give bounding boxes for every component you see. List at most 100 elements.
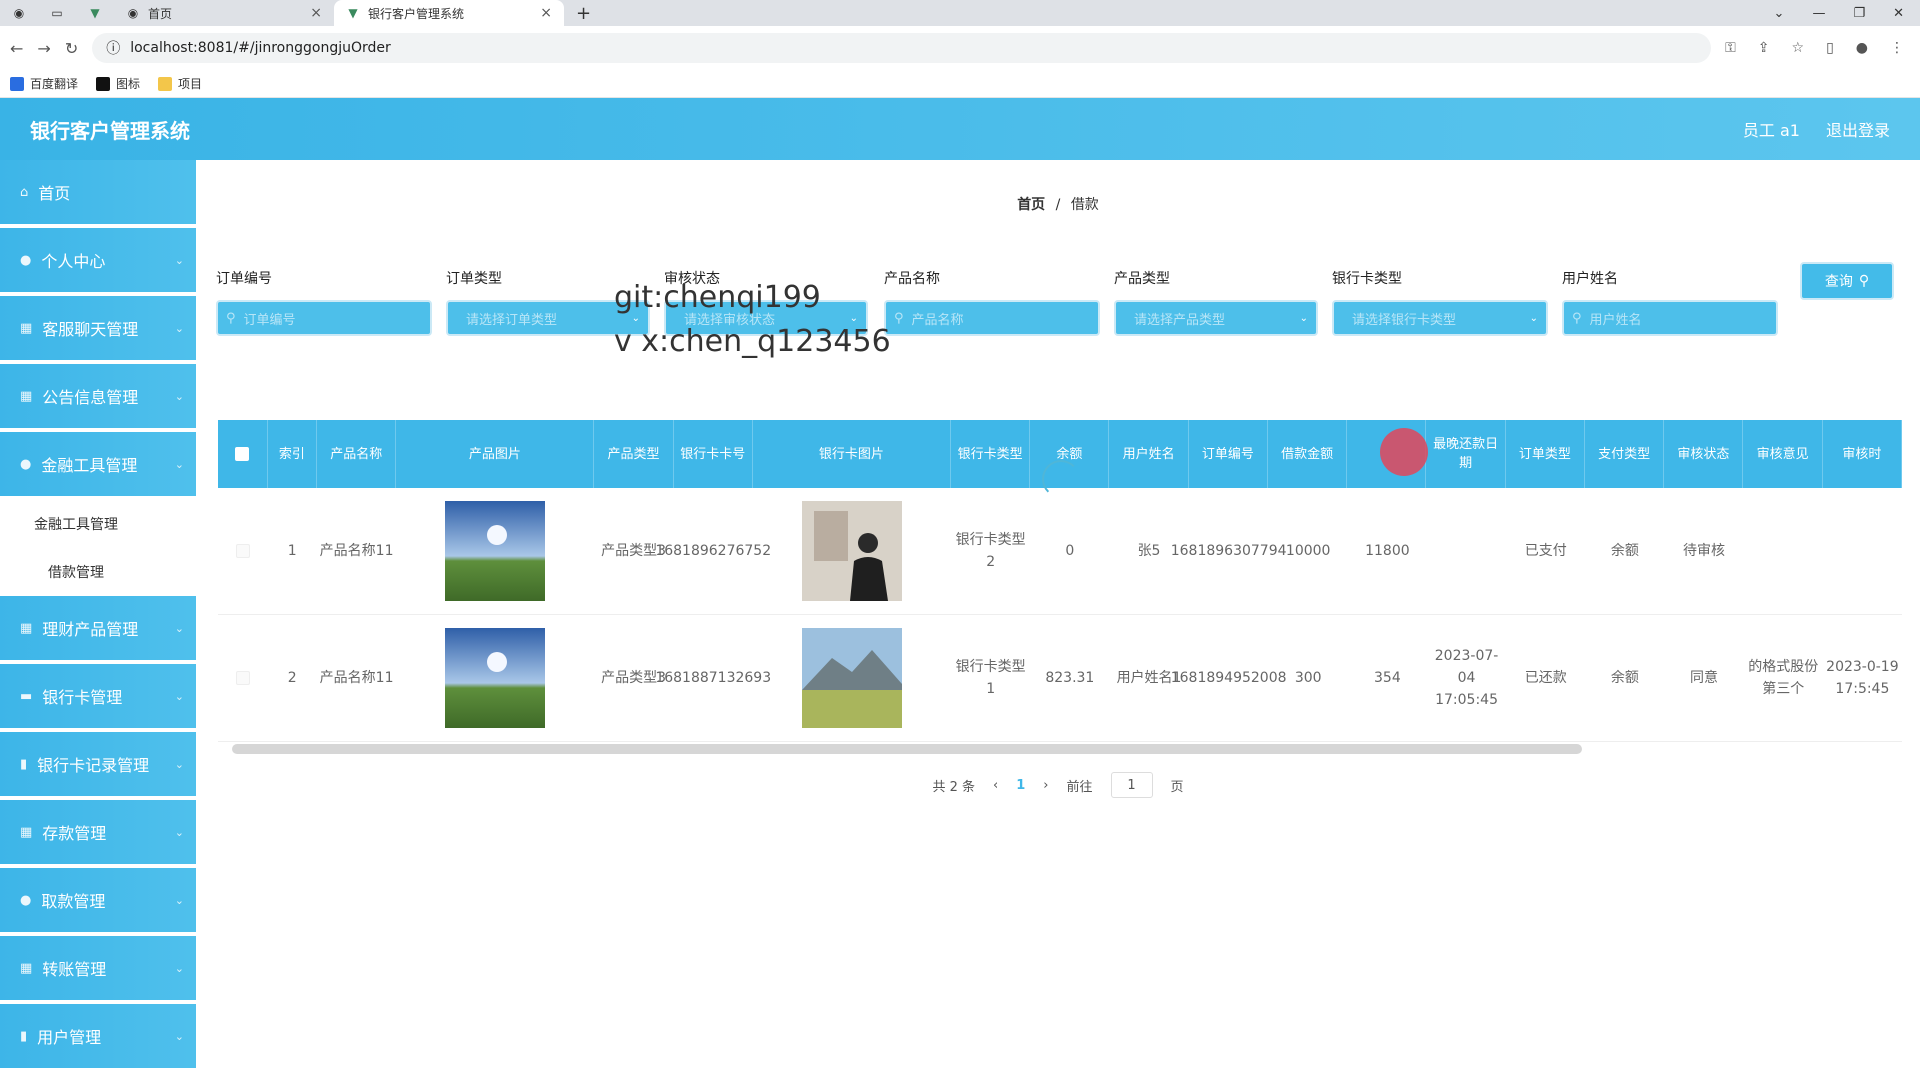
row-checkbox[interactable] <box>235 544 250 558</box>
doc-icon: ▮ <box>20 1028 28 1044</box>
column-header: 产品图片 <box>396 420 595 488</box>
watermark: git:chenqi199 v x:chen_q123456 <box>614 276 891 364</box>
row-select-cell <box>218 488 268 615</box>
horizontal-scrollbar[interactable] <box>218 740 1902 754</box>
close-icon[interactable]: × <box>540 5 552 21</box>
tab-home[interactable]: ◉ 首页 × <box>114 0 334 26</box>
sidebar-item-notice[interactable]: ▦ 公告信息管理 ⌄ <box>0 364 196 428</box>
submenu-loans[interactable]: 借款管理 <box>0 548 196 596</box>
sidepanel-icon[interactable]: ▯ <box>1826 40 1834 56</box>
sidebar-item-label: 存款管理 <box>42 824 107 843</box>
sidebar-item-transfer[interactable]: ▦ 转账管理 ⌄ <box>0 936 196 1000</box>
breadcrumb-home[interactable]: 首页 <box>1017 197 1045 213</box>
sidebar-item-users[interactable]: ▮ 用户管理 ⌄ <box>0 1004 196 1068</box>
tab-pinned-2[interactable]: ▭ <box>38 0 76 26</box>
sidebar-item-cards[interactable]: ▬ 银行卡管理 ⌄ <box>0 664 196 728</box>
close-window-icon[interactable]: ✕ <box>1893 6 1904 21</box>
placeholder: 订单编号 <box>243 312 296 328</box>
logout-link[interactable]: 退出登录 <box>1826 117 1890 141</box>
close-icon[interactable]: × <box>310 5 322 21</box>
new-tab-button[interactable]: + <box>564 0 603 26</box>
tab-pinned-3[interactable]: ▼ <box>76 0 114 26</box>
table-row[interactable]: 2 产品名称11 产品类型3 1681887132693 银行卡类型1 823.… <box>218 615 1902 742</box>
column-header: 产品类型 <box>594 420 674 488</box>
cell-time: 2023-0-19 17:5:45 <box>1826 659 1899 697</box>
sidebar-item-card-records[interactable]: ▮ 银行卡记录管理 ⌄ <box>0 732 196 796</box>
column-header: 订单类型 <box>1506 420 1585 488</box>
cell-card-type: 银行卡类型1 <box>955 659 1026 697</box>
page-number[interactable]: 1 <box>1016 778 1025 793</box>
url-bar[interactable]: ⓘ localhost:8081/#/jinronggongjuOrder <box>92 33 1712 63</box>
sidebar-item-profile[interactable]: ● 个人中心 ⌄ <box>0 228 196 292</box>
share-icon[interactable]: ⇪ <box>1758 40 1770 56</box>
globe-icon: ◉ <box>127 6 139 20</box>
select-all-checkbox[interactable] <box>235 447 250 461</box>
reload-icon[interactable]: ↻ <box>65 39 78 58</box>
cell-balance: 823.31 <box>1045 670 1095 686</box>
cell-card-type: 银行卡类型2 <box>955 532 1026 570</box>
submenu-label: 金融工具管理 <box>34 517 118 533</box>
product-name-input[interactable]: ⚲ 产品名称 <box>884 300 1100 336</box>
app-title: 银行客户管理系统 <box>30 118 190 143</box>
sidebar-item-chat[interactable]: ▦ 客服聊天管理 ⌄ <box>0 296 196 360</box>
product-image <box>445 628 546 728</box>
key-icon[interactable]: ⚿ <box>1725 40 1736 56</box>
column-header: 审核状态 <box>1664 420 1744 488</box>
url-text: localhost:8081/#/jinronggongjuOrder <box>130 40 391 56</box>
user-name-input[interactable]: ⚲ 用户姓名 <box>1562 300 1778 336</box>
cell-product-image <box>396 615 594 742</box>
card-type-select[interactable]: 请选择银行卡类型 ⌄ <box>1332 300 1548 336</box>
back-icon[interactable]: ← <box>10 39 23 58</box>
tab-bank-system[interactable]: ▼ 银行客户管理系统 × <box>334 0 564 26</box>
query-button[interactable]: 查询 ⚲ <box>1800 262 1894 300</box>
pager-total: 共 2 条 <box>932 779 976 795</box>
goto-page-input[interactable]: 1 <box>1110 772 1153 798</box>
table-row[interactable]: 1 产品名称11 产品类型3 1681896276752 银行卡类型2 0 张5… <box>218 488 1902 615</box>
cell-pay-type: 余额 <box>1610 670 1639 686</box>
sidebar-item-home[interactable]: ⌂ 首页 <box>0 160 196 224</box>
bookmark-baidu-translate[interactable]: 百度翻译 <box>10 75 78 92</box>
cell-card-number: 1681896276752 <box>655 543 772 559</box>
translate-icon <box>10 76 24 91</box>
product-type-select[interactable]: 请选择产品类型 ⌄ <box>1114 300 1318 336</box>
profile-icon[interactable]: ● <box>1856 40 1868 56</box>
filter-user-name: 用户姓名 ⚲ 用户姓名 <box>1562 268 1778 336</box>
cell-product: 产品名称11 <box>319 670 394 686</box>
sidebar: ⌂ 首页 ● 个人中心 ⌄ ▦ 客服聊天管理 ⌄ ▦ 公告信息管理 ⌄ ● 金融工具管理 ⌄ 金融… <box>0 160 196 1072</box>
bookmark-project[interactable]: 项目 <box>158 75 202 92</box>
submenu-finance-tools[interactable]: 金融工具管理 <box>0 500 196 548</box>
address-bar-row: ← → ↻ ⓘ localhost:8081/#/jinronggongjuOr… <box>0 26 1920 70</box>
sidebar-item-withdraw[interactable]: ● 取款管理 ⌄ <box>0 868 196 932</box>
bookmark-icons[interactable]: 图标 <box>96 75 140 92</box>
placeholder: 请选择产品类型 <box>1134 312 1226 328</box>
tab-pinned-1[interactable]: ◉ <box>0 0 38 26</box>
sidebar-item-wealth[interactable]: ▦ 理财产品管理 ⌄ <box>0 596 196 660</box>
minimize-icon[interactable]: — <box>1812 6 1825 21</box>
next-page-icon[interactable]: › <box>1043 778 1048 793</box>
cell-status: 待审核 <box>1683 543 1726 559</box>
column-header: 借款金额 <box>1268 420 1348 488</box>
cell-deadline <box>1427 488 1506 615</box>
prev-page-icon[interactable]: ‹ <box>993 778 998 793</box>
forward-icon[interactable]: → <box>37 39 50 58</box>
cell-order-number: 1681894952008 <box>1170 670 1287 686</box>
chevron-down-icon: ⌄ <box>174 758 184 771</box>
sidebar-item-finance-tools[interactable]: ● 金融工具管理 ⌄ <box>0 432 196 496</box>
chevron-down-icon: ⌄ <box>174 1030 184 1043</box>
column-header: 银行卡图片 <box>753 420 951 488</box>
order-number-input[interactable]: ⚲ 订单编号 <box>216 300 432 336</box>
scrollbar-thumb[interactable] <box>232 744 1582 754</box>
placeholder: 用户姓名 <box>1589 312 1642 328</box>
sidebar-item-label: 金融工具管理 <box>41 456 138 475</box>
grid-icon: ▦ <box>20 320 33 336</box>
sidebar-item-deposit[interactable]: ▦ 存款管理 ⌄ <box>0 800 196 864</box>
goto-label: 前往 <box>1066 779 1093 795</box>
column-header: 支付类型 <box>1585 420 1665 488</box>
chevron-down-icon[interactable]: ⌄ <box>1774 6 1785 21</box>
bookmark-label: 项目 <box>178 77 203 91</box>
restore-icon[interactable]: ❐ <box>1853 6 1865 21</box>
star-icon[interactable]: ☆ <box>1792 40 1805 56</box>
select-all-cell <box>218 420 268 488</box>
more-icon[interactable]: ⋮ <box>1890 40 1904 56</box>
row-checkbox[interactable] <box>235 671 250 685</box>
